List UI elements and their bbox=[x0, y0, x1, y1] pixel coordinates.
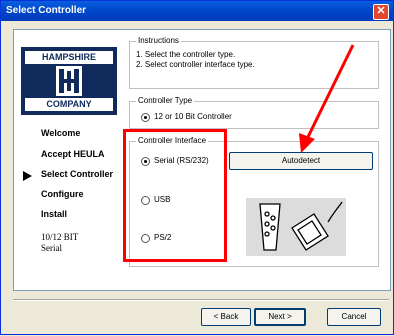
annotation-highlight-box bbox=[123, 129, 227, 262]
instructions-title: Instructions bbox=[136, 36, 181, 45]
controller-type-title: Controller Type bbox=[136, 96, 195, 105]
step-configure: Configure bbox=[41, 189, 84, 199]
controller-type-label: 12 or 10 Bit Controller bbox=[154, 112, 232, 121]
logo-top-text: HAMPSHIRE bbox=[25, 51, 113, 64]
title-bar[interactable]: Select Controller ✕ bbox=[1, 1, 393, 21]
current-step-arrow-icon bbox=[23, 171, 32, 181]
logo-bottom-text: COMPANY bbox=[25, 98, 113, 111]
select-controller-window: Select Controller ✕ HAMPSHIRE COMPANY We… bbox=[0, 0, 394, 335]
controller-type-group: Controller Type 12 or 10 Bit Controller bbox=[129, 96, 379, 129]
window-title: Select Controller bbox=[6, 5, 87, 16]
cancel-button[interactable]: Cancel bbox=[327, 308, 381, 326]
close-button[interactable]: ✕ bbox=[373, 4, 389, 20]
step-welcome: Welcome bbox=[41, 128, 81, 138]
step-select-controller: Select Controller bbox=[41, 169, 114, 179]
info-interface: Serial bbox=[41, 243, 62, 253]
logo-hh-icon bbox=[56, 66, 82, 96]
step-accept-heula: Accept HEULA bbox=[41, 149, 105, 159]
step-install: Install bbox=[41, 209, 68, 219]
serial-port-icon bbox=[259, 203, 281, 251]
instructions-group: Instructions 1. Select the controller ty… bbox=[129, 36, 379, 89]
hampshire-logo: HAMPSHIRE COMPANY bbox=[21, 47, 117, 115]
instruction-line-1: 1. Select the controller type. bbox=[136, 50, 236, 59]
close-icon: ✕ bbox=[376, 5, 386, 17]
serial-connector-illustration bbox=[246, 198, 346, 256]
info-bits: 10/12 BIT bbox=[41, 232, 79, 242]
autodetect-button[interactable]: Autodetect bbox=[229, 152, 373, 170]
back-button[interactable]: < Back bbox=[201, 308, 251, 326]
controller-type-radio[interactable] bbox=[141, 113, 150, 122]
next-button[interactable]: Next > bbox=[254, 308, 306, 326]
instruction-line-2: 2. Select controller interface type. bbox=[136, 60, 255, 69]
footer-divider bbox=[13, 299, 389, 301]
